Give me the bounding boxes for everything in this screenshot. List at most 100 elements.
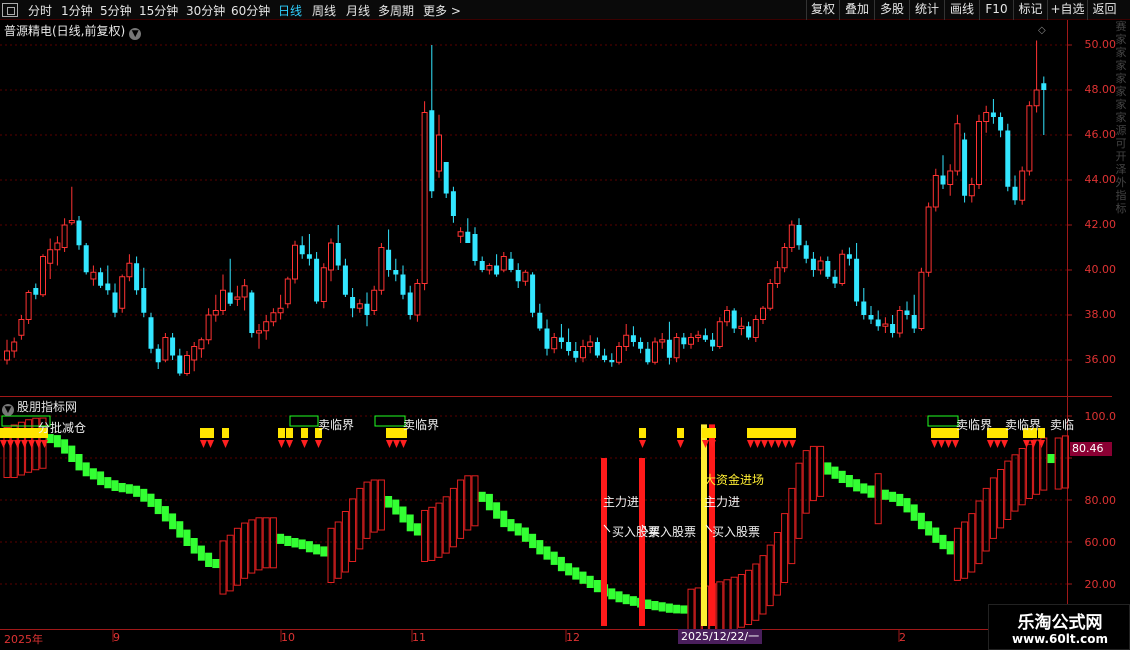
button-statistics[interactable]: 统计 [909,0,944,20]
tab-5min[interactable]: 5分钟 [100,2,132,19]
candle [854,243,860,306]
side-panel-char: 家 [1115,72,1127,85]
button-back[interactable]: 返回 [1087,0,1121,20]
candle-body [976,121,982,185]
candle-body [652,341,658,363]
marker-square [761,428,768,438]
candle [486,263,493,275]
candle-body [530,274,536,313]
y-label-indicator: 100.0 [1084,410,1117,423]
indicator-bar [543,546,551,560]
candle-body [990,112,996,117]
candle [263,315,270,340]
indicator-bar [197,545,205,561]
candle [306,234,312,266]
tab-more[interactable]: 更多 > [423,2,461,19]
button-mark[interactable]: 标记 [1013,0,1047,20]
indicator-bar [975,500,983,565]
signal-marker [222,428,229,448]
main-panel-title[interactable]: 普源精电(日线,前复权) ▼ [4,22,142,40]
indicator-bar [118,482,126,493]
date-axis-label: 2025年 [4,633,43,646]
candle-body [854,258,860,302]
marker-square [386,428,393,438]
candle-body [932,175,939,208]
chevron-down-icon[interactable]: ▼ [129,28,142,40]
marker-square [782,428,789,438]
candle [623,324,630,351]
tab-monthly[interactable]: 月线 [346,2,370,19]
candle-body [839,253,846,284]
candle [896,306,903,338]
candle [494,254,500,277]
tab-multi-period[interactable]: 多周期 [378,2,414,19]
indicator-bar [298,539,306,550]
marker-square [7,428,14,438]
signal-marker [754,428,761,448]
indicator-bar [226,534,234,592]
fullscreen-icon[interactable] [2,3,18,17]
button-overlay[interactable]: 叠加 [839,0,874,20]
candle [817,256,824,275]
indicator-bar [104,477,112,489]
tab-15min[interactable]: 15分钟 [139,2,178,19]
indicator-bar [233,527,241,586]
indicator-bar [723,579,731,633]
candle-body [630,335,636,342]
candle-body [220,289,226,311]
signal-label: 卖临界 [956,418,993,432]
candle-body [602,355,608,360]
button-multi-stock[interactable]: 多股 [874,0,909,20]
candle [220,274,226,315]
candle [544,319,550,356]
indicator-bar [349,498,357,562]
candle-body [155,348,161,363]
indicator-bar [219,540,227,595]
candle [990,99,996,124]
button-restore-rights[interactable]: 复权 [806,0,839,20]
marker-square [222,428,229,438]
tab-daily[interactable]: 日线 [278,2,302,19]
button-draw-line[interactable]: 画线 [944,0,979,20]
indicator-bar [255,517,263,571]
button-f10[interactable]: F10 [979,0,1013,20]
indicator-bar [421,509,429,563]
red-arrow-icon [28,440,35,448]
signal-box [927,415,959,427]
signal-marker [677,428,684,448]
diamond-icon: ◇ [1038,25,1046,36]
candle-body [54,242,61,251]
tab-60min[interactable]: 60分钟 [231,2,270,19]
button-add-watchlist[interactable]: +自选 [1047,0,1087,20]
indicator-panel-title[interactable]: ▼ 股朋指标网 [2,398,77,416]
marker-square [207,428,214,438]
indicator-bar [334,521,342,579]
candle-body [162,337,169,361]
candle-body [861,301,867,315]
date-axis-label: 9 [113,631,120,644]
tab-weekly[interactable]: 周线 [312,2,336,19]
candle [594,337,600,358]
side-panel-char: 家 [1115,33,1127,46]
marker-square [677,428,684,438]
red-arrow-icon [200,440,207,448]
candle-body [983,112,990,122]
signal-marker [994,428,1001,448]
candle [364,292,370,327]
candle [875,310,881,331]
right-side-panel[interactable]: 赛家家家家家家家源可开泽外指标 [1112,20,1130,400]
tab-1min[interactable]: 1分钟 [61,2,93,19]
chart-canvas[interactable] [0,20,1130,650]
candle [320,263,327,309]
tab-30min[interactable]: 30分钟 [186,2,225,19]
signal-label: 卖临 [1050,418,1075,432]
indicator-bar [1018,448,1026,506]
candle [47,238,54,279]
signal-marker [945,428,952,448]
tab-fenshi[interactable]: 分时 [28,2,52,19]
chevron-down-icon[interactable]: ▼ [2,404,14,416]
candle-body [796,225,802,246]
indicator-bar [406,514,414,532]
candle-body [695,334,702,338]
candle-body [817,260,824,271]
